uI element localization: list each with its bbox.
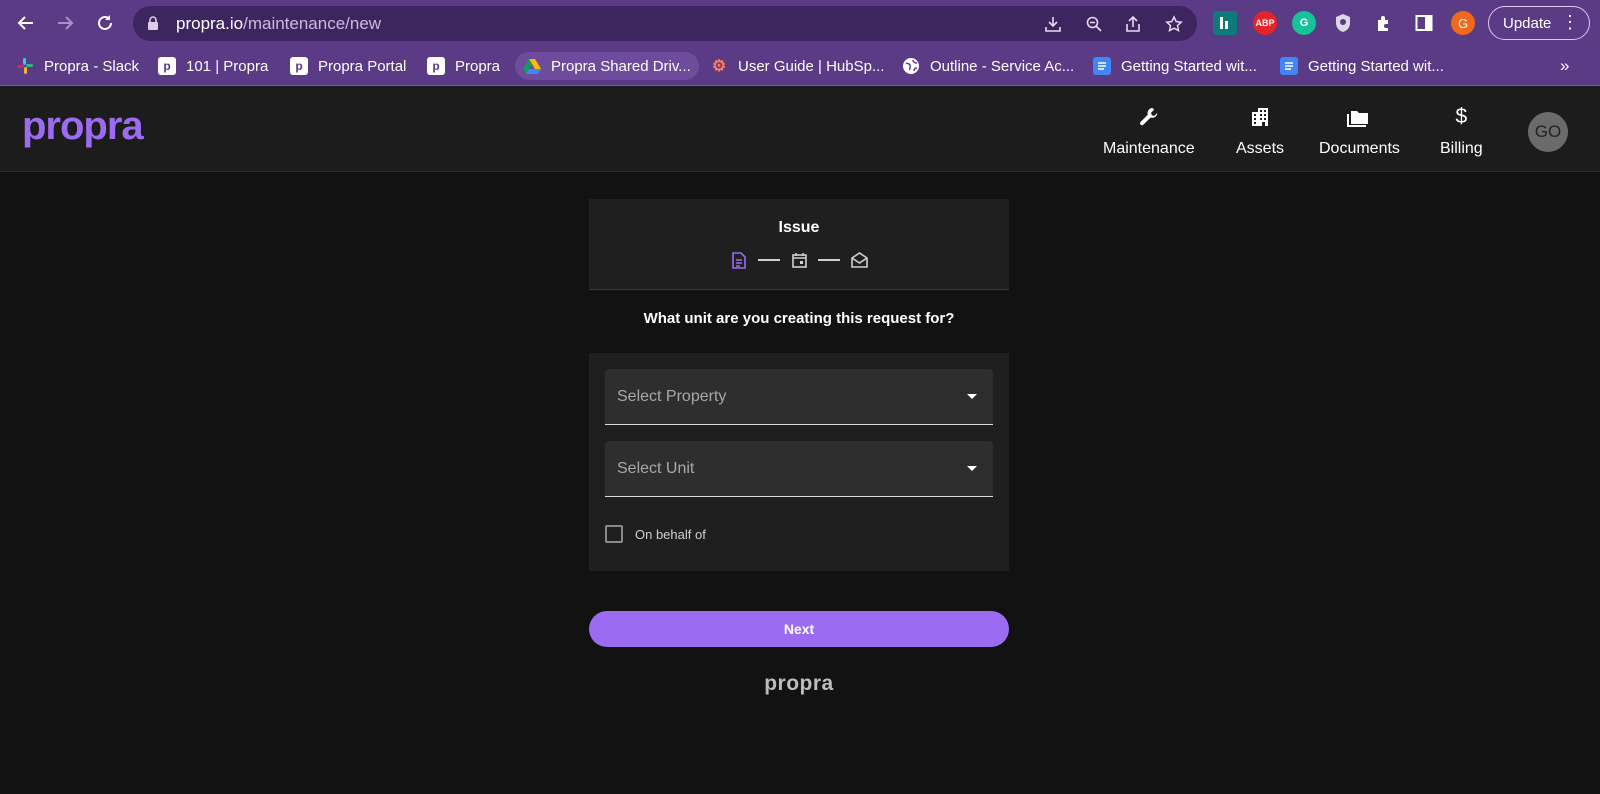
on-behalf-checkbox[interactable] — [605, 525, 623, 543]
unit-select-placeholder: Select Unit — [617, 460, 695, 477]
kebab-icon[interactable]: ⋮ — [1561, 13, 1579, 31]
globe-icon — [902, 57, 920, 75]
address-bar[interactable]: propra.io/maintenance/new — [133, 6, 1197, 41]
back-icon[interactable] — [11, 8, 41, 38]
sidepanel-icon[interactable] — [1412, 11, 1436, 35]
star-icon[interactable] — [1162, 12, 1186, 36]
share-icon[interactable] — [1121, 12, 1145, 36]
forward-icon[interactable] — [50, 8, 80, 38]
form-question: What unit are you creating this request … — [643, 310, 955, 327]
google-drive-icon — [523, 57, 541, 75]
property-select-placeholder: Select Property — [617, 388, 727, 405]
bookmark-101-propra[interactable]: p 101 | Propra — [158, 52, 268, 80]
bookmark-getting-started-1[interactable]: Getting Started wit... — [1093, 52, 1257, 80]
propra-logo[interactable]: propra — [22, 104, 144, 149]
grammarly-extension-icon[interactable]: G — [1292, 11, 1316, 35]
install-icon[interactable] — [1041, 12, 1065, 36]
unit-select[interactable]: Select Unit — [605, 441, 993, 497]
lock-icon[interactable] — [147, 16, 159, 30]
step-title: Issue — [778, 219, 820, 236]
chevron-down-icon — [967, 394, 977, 399]
building-icon — [1250, 104, 1270, 130]
hubspot-icon: ⚙ — [711, 58, 727, 75]
step-connector — [758, 259, 780, 261]
step-header: Issue — [589, 199, 1009, 290]
dollar-icon: $ — [1455, 105, 1468, 128]
nav-documents[interactable]: Documents — [1319, 104, 1400, 158]
bookmark-getting-started-2[interactable]: Getting Started wit... — [1280, 52, 1444, 80]
folder-icon — [1347, 104, 1371, 130]
reload-icon[interactable] — [90, 8, 120, 38]
chevron-down-icon — [967, 466, 977, 471]
extensions-icon[interactable] — [1372, 11, 1396, 35]
document-icon — [730, 251, 748, 269]
property-select[interactable]: Select Property — [605, 369, 993, 425]
google-docs-icon — [1280, 57, 1298, 75]
next-button[interactable]: Next — [589, 611, 1009, 647]
calendar-icon — [790, 251, 808, 269]
wrench-icon — [1138, 104, 1160, 130]
on-behalf-label[interactable]: On behalf of — [635, 527, 706, 542]
zoom-icon[interactable] — [1082, 12, 1106, 36]
adblock-extension-icon[interactable]: ABP — [1253, 11, 1277, 35]
footer-logo: propra — [764, 672, 834, 695]
propra-icon: p — [290, 57, 308, 75]
profile-avatar[interactable]: G — [1451, 11, 1475, 35]
nav-billing[interactable]: $ Billing — [1440, 104, 1483, 158]
on-behalf-row: On behalf of — [605, 525, 706, 543]
bookmarks-bar: Propra - Slack p 101 | Propra p Propra P… — [0, 46, 1600, 86]
bookmark-propra[interactable]: p Propra — [427, 52, 500, 80]
browser-toolbar: propra.io/maintenance/new ABP G G Update… — [0, 0, 1600, 46]
url-text[interactable]: propra.io/maintenance/new — [176, 14, 381, 34]
shield-extension-icon[interactable] — [1331, 11, 1355, 35]
envelope-open-icon — [850, 251, 868, 269]
bookmark-outline[interactable]: Outline - Service Ac... — [902, 52, 1074, 80]
propra-icon: p — [158, 57, 176, 75]
slack-icon — [16, 57, 34, 75]
step-connector — [818, 259, 840, 261]
bookmark-slack[interactable]: Propra - Slack — [16, 52, 139, 80]
bookmark-propra-shared-drive[interactable]: Propra Shared Driv... — [515, 52, 699, 80]
bookmark-hubspot-guide[interactable]: ⚙ User Guide | HubSp... — [710, 52, 885, 80]
user-avatar[interactable]: GO — [1528, 112, 1568, 152]
nav-maintenance[interactable]: Maintenance — [1103, 104, 1195, 158]
app-header: propra Maintenance Assets Documents $ Bi… — [0, 86, 1600, 172]
bookmarks-overflow-icon[interactable]: » — [1560, 56, 1569, 76]
nav-assets[interactable]: Assets — [1236, 104, 1284, 158]
update-button[interactable]: Update ⋮ — [1488, 6, 1590, 40]
google-docs-icon — [1093, 57, 1111, 75]
bookmark-propra-portal[interactable]: p Propra Portal — [290, 52, 406, 80]
sheets-extension-icon[interactable] — [1213, 11, 1237, 35]
stepper — [589, 251, 1009, 269]
unit-selection-card: Select Property Select Unit On behalf of — [589, 353, 1009, 571]
propra-icon: p — [427, 57, 445, 75]
